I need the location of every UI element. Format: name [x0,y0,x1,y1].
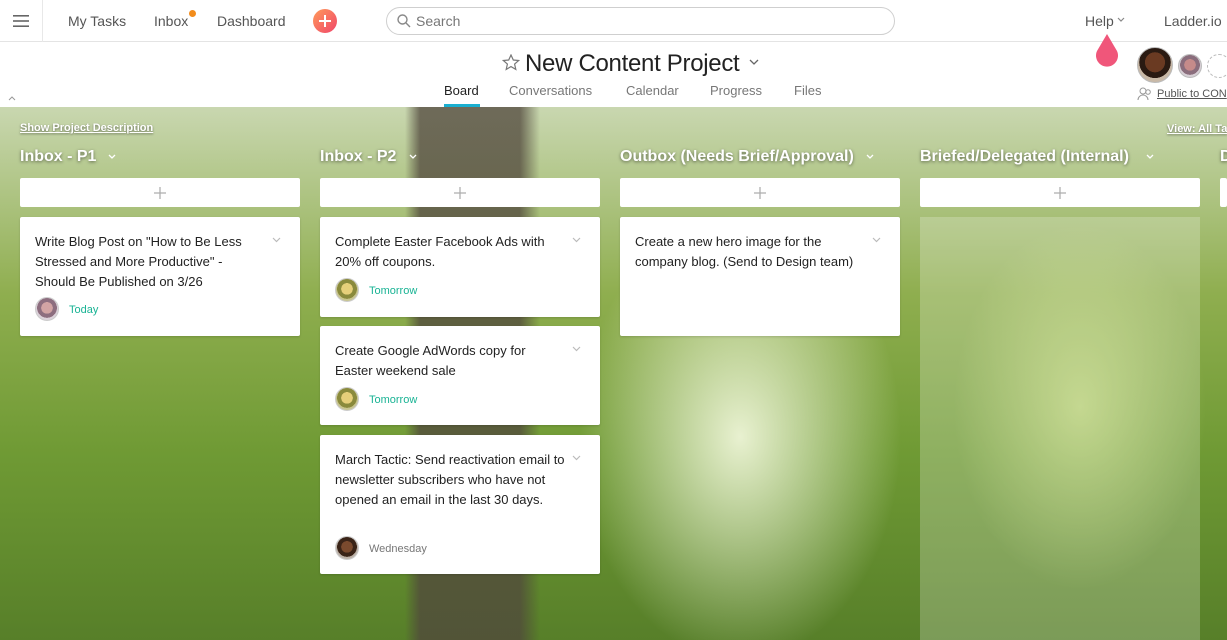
help-menu[interactable]: Help [1085,13,1114,29]
task-card[interactable]: Create Google AdWords copy for Easter we… [320,326,600,425]
organization-menu[interactable]: Ladder.io [1164,13,1222,29]
chevron-down-icon [1117,17,1125,22]
avatar[interactable] [335,387,359,411]
due-date[interactable]: Tomorrow [369,394,417,406]
chevron-down-icon[interactable] [272,237,281,243]
avatar[interactable] [1137,47,1173,83]
task-title: Complete Easter Facebook Ads with 20% of… [335,234,545,269]
column-title[interactable]: D [1220,148,1227,166]
task-card[interactable]: Complete Easter Facebook Ads with 20% of… [320,217,600,317]
task-card[interactable]: Create a new hero image for the company … [620,217,900,336]
avatar[interactable] [335,536,359,560]
add-task-button[interactable] [20,178,300,207]
column-title[interactable]: Outbox (Needs Brief/Approval) [620,148,854,166]
due-date[interactable]: Wednesday [369,543,427,555]
chevron-down-icon[interactable] [572,455,581,461]
avatar[interactable] [335,278,359,302]
members-icon [1137,87,1151,101]
empty-column-area [920,217,1200,640]
tab-files[interactable]: Files [794,83,821,98]
chevron-down-icon[interactable] [872,237,881,243]
tab-calendar[interactable]: Calendar [626,83,679,98]
task-title: Create a new hero image for the company … [635,234,854,269]
plus-icon [154,186,166,199]
star-icon[interactable] [502,54,520,71]
task-title: Write Blog Post on "How to Be Less Stres… [35,234,242,289]
task-title: March Tactic: Send reactivation email to… [335,452,565,507]
avatar[interactable] [35,297,59,321]
column-title[interactable]: Inbox - P1 [20,148,96,166]
plus-icon [454,186,466,199]
hamburger-icon[interactable] [0,0,43,42]
top-bar: My Tasks Inbox Dashboard Help Ladder.io [0,0,1227,42]
add-member-button[interactable] [1207,54,1227,78]
board: Show Project Description View: All Ta In… [0,107,1227,640]
chevron-down-icon[interactable] [749,59,759,65]
project-header: New Content Project Board Conversations … [0,42,1227,107]
due-date[interactable]: Tomorrow [369,285,417,297]
add-task-button[interactable] [620,178,900,207]
show-project-description-link[interactable]: Show Project Description [20,122,153,134]
search-icon [397,14,411,28]
add-task-button[interactable] [920,178,1200,207]
project-title[interactable]: New Content Project [525,50,740,78]
task-card[interactable]: Write Blog Post on "How to Be Less Stres… [20,217,300,336]
inbox-notification-dot [189,10,196,17]
chevron-down-icon[interactable] [108,154,116,160]
collapse-caret-icon[interactable] [8,95,16,101]
search-input[interactable] [416,12,876,30]
nav-inbox[interactable]: Inbox [154,13,188,29]
tab-progress[interactable]: Progress [710,83,762,98]
chevron-down-icon[interactable] [1146,154,1154,160]
quick-add-button[interactable] [313,9,337,33]
avatar[interactable] [1178,54,1202,78]
add-task-button[interactable] [1220,178,1227,207]
search-bar[interactable] [386,7,895,35]
pin-marker-icon [1096,34,1118,67]
view-all-tasks-link[interactable]: View: All Ta [1167,123,1227,135]
chevron-down-icon[interactable] [572,237,581,243]
add-task-button[interactable] [320,178,600,207]
due-date[interactable]: Today [69,304,98,316]
chevron-down-icon[interactable] [572,346,581,352]
plus-icon [1054,186,1066,199]
column-title[interactable]: Briefed/Delegated (Internal) [920,148,1129,166]
tab-conversations[interactable]: Conversations [509,83,592,98]
chevron-down-icon[interactable] [866,154,874,160]
nav-dashboard[interactable]: Dashboard [217,13,286,29]
plus-icon [319,15,331,27]
nav-my-tasks[interactable]: My Tasks [68,13,126,29]
column-title[interactable]: Inbox - P2 [320,148,396,166]
chevron-down-icon[interactable] [409,154,417,160]
tab-board[interactable]: Board [444,83,479,98]
privacy-setting-link[interactable]: Public to CON [1157,88,1227,100]
task-card[interactable]: March Tactic: Send reactivation email to… [320,435,600,574]
task-title: Create Google AdWords copy for Easter we… [335,343,526,378]
plus-icon [754,186,766,199]
